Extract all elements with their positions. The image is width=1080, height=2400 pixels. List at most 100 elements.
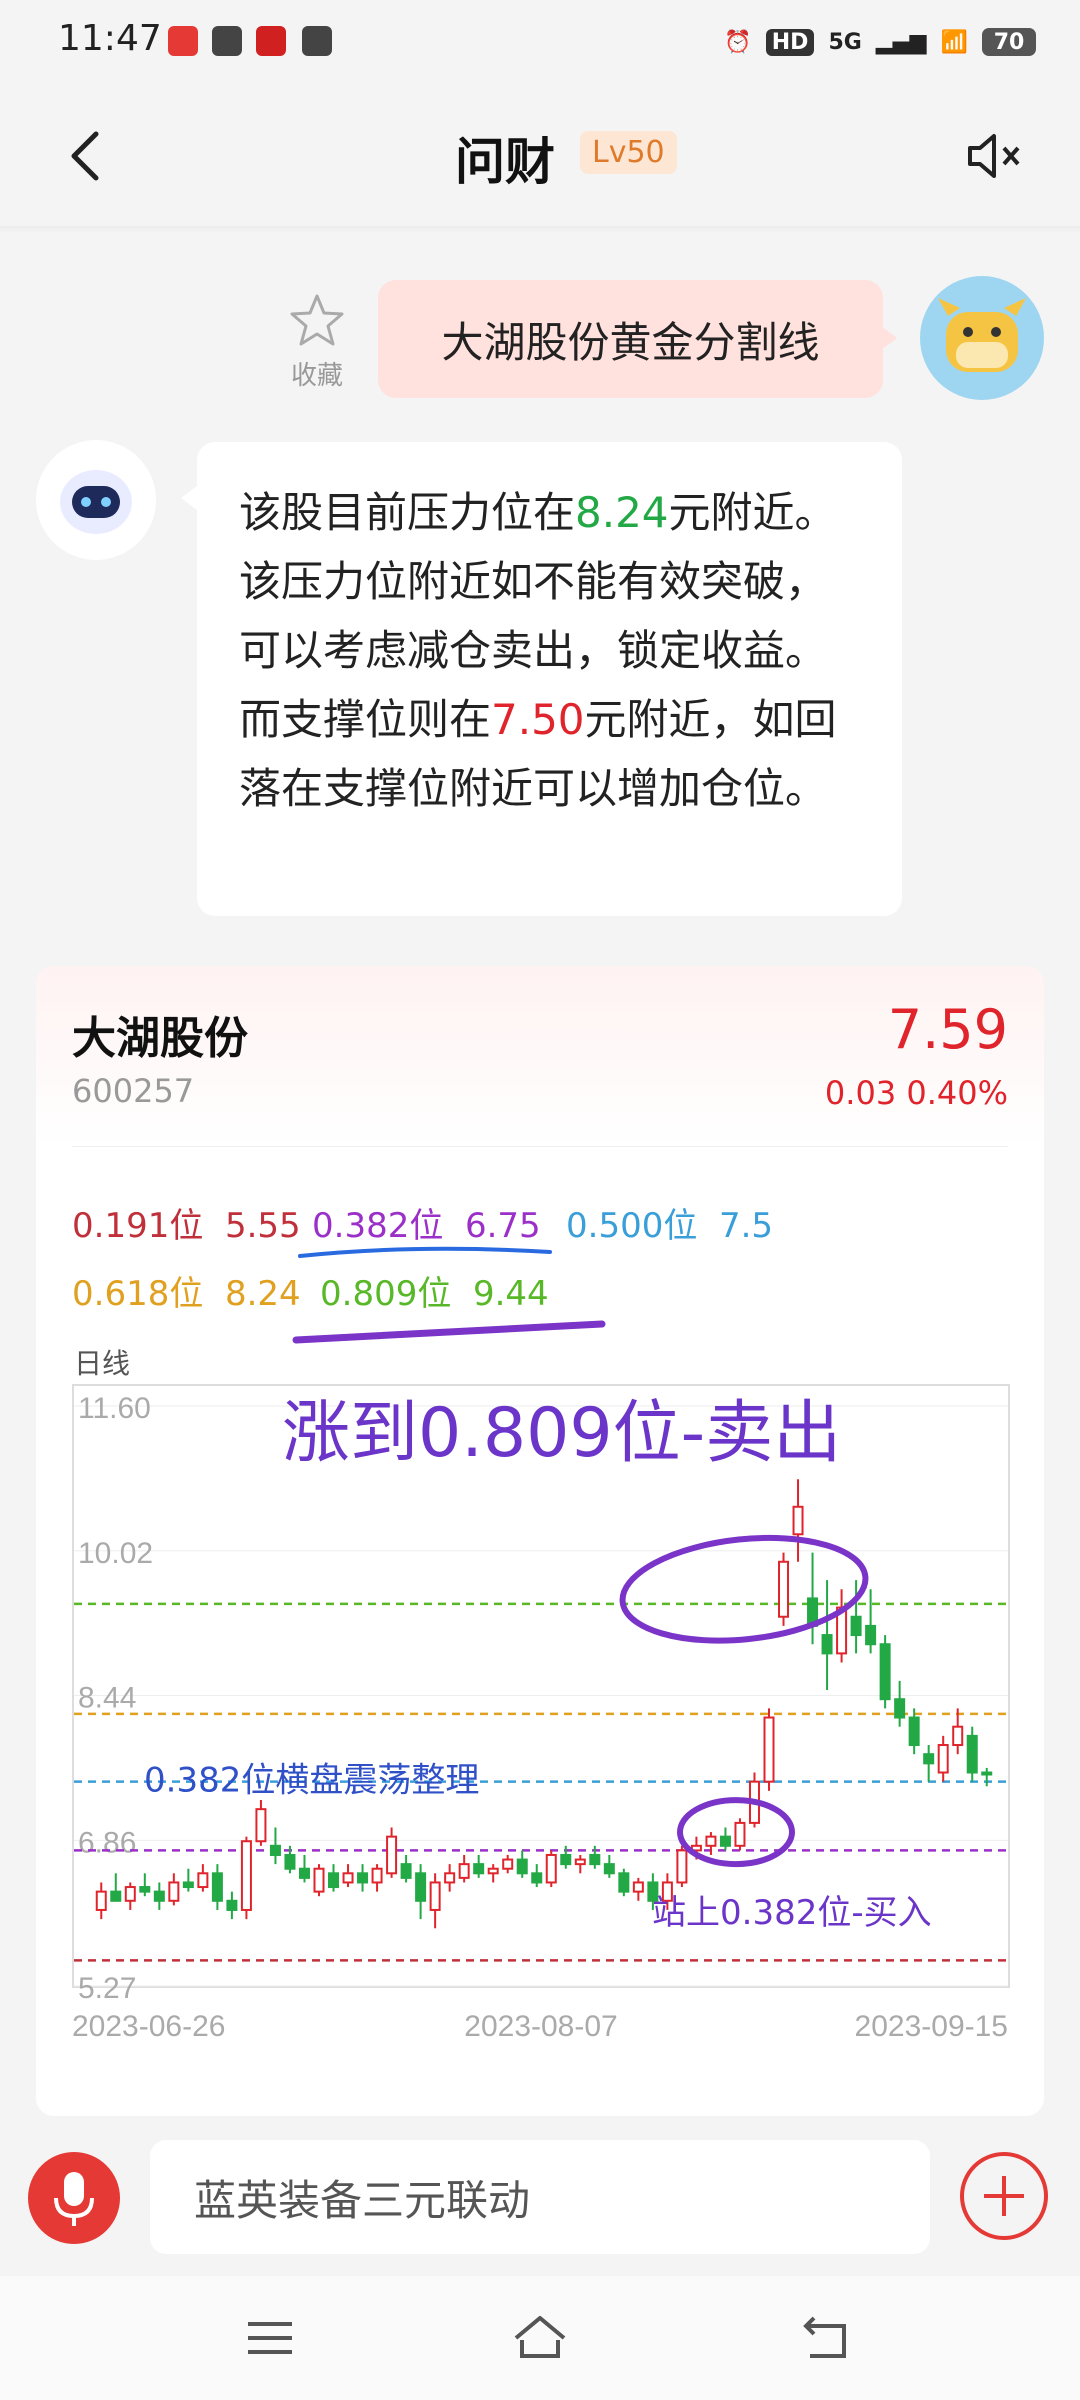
signal-icon: ▂▄▆ [875,29,927,55]
assistant-message-bubble: 该股目前压力位在8.24元附近。该压力位附近如不能有效突破，可以考虑减仓卖出，锁… [181,442,902,916]
back-arrow-icon[interactable] [56,124,116,188]
candle-body [284,1853,296,1870]
x-tick-label: 2023-09-15 [855,2010,1008,2043]
stock-card[interactable]: 大湖股份 600257 7.59 0.03 0.40% 0.191位 5.55 … [36,966,1044,2116]
stock-change-percent: 0.40% [906,1074,1008,1112]
add-button[interactable] [960,2152,1048,2240]
candle-body [778,1560,790,1618]
purple-underline-mark [292,1320,606,1344]
candle-body [211,1872,223,1902]
page-title: 问财 [455,133,555,191]
candle-body [705,1835,717,1847]
candle-body [153,1890,165,1902]
candle-body [531,1872,543,1884]
favorite-button[interactable]: 收藏 [282,292,352,392]
candle-body [894,1698,906,1719]
candle-body [313,1867,325,1893]
stock-change-amount: 0.03 [824,1074,897,1112]
candle-body [966,1734,978,1774]
y-tick-label: 11.60 [78,1392,151,1425]
fib-level-value: 6.75 [464,1206,541,1246]
annotation-consolidation: 0.382位横盘震荡整理 [144,1761,479,1801]
answer-text-1: 该股目前压力位在 [239,488,576,537]
candle-body [124,1886,136,1902]
card-divider [72,1146,1008,1147]
candle-body [139,1886,151,1893]
candle-body [632,1881,644,1893]
status-time: 11:47 [58,18,162,59]
fib-level-label: 0.382位 [312,1206,444,1246]
app-header: 问财 Lv50 [0,84,1080,228]
candle-body [574,1858,586,1866]
alarm-icon: ⏰ [724,29,752,55]
candle-body [357,1872,369,1884]
candle-body [429,1881,441,1911]
notification-app-icon [168,26,198,56]
candle-body [240,1840,252,1911]
fib-level-label: 0.500位 [566,1206,698,1246]
candle-body [298,1867,310,1879]
candle-body [415,1872,427,1902]
fib-level-value: 9.44 [472,1274,549,1314]
candle-body [444,1872,456,1884]
status-bar: 11:47 ⏰ HD 5G ▂▄▆ 📶 70 [0,0,1080,84]
candle-body [95,1890,107,1911]
voice-input-button[interactable] [28,2152,120,2244]
x-tick-label: 2023-06-26 [72,2010,225,2043]
candlestick-chart[interactable]: 11.60 10.02 8.44 6.86 5.27 2023-06-26 2023-08-… [72,1384,1010,2044]
pressure-level-value: 8.24 [575,488,669,537]
candle-body [589,1853,601,1866]
back-nav-icon[interactable] [796,2310,856,2366]
question-input-placeholder: 蓝英装备三元联动 [194,2175,531,2225]
question-input[interactable]: 蓝英装备三元联动 [150,2140,930,2254]
mute-speaker-icon[interactable] [964,128,1026,184]
y-tick-label: 5.27 [78,1972,136,2005]
assistant-avatar [36,440,156,560]
fib-level-label: 0.618位 [72,1274,204,1314]
fib-level-label: 0.809位 [320,1274,452,1314]
fib-level-0382: 0.382位 6.75 [312,1198,541,1247]
chart-period-label: 日线 [74,1347,131,1380]
candle-body [182,1881,194,1889]
user-avatar[interactable] [920,276,1044,400]
candle-body [850,1615,862,1637]
x-tick-label: 2023-08-07 [464,2010,617,2043]
candle-body [879,1643,891,1701]
user-message-bubble: 大湖股份黄金分割线 [378,280,897,398]
fib-level-0618: 0.618位 8.24 [72,1266,301,1315]
candle-body [952,1725,964,1747]
fib-level-0191: 0.191位 5.55 [72,1198,301,1247]
candle-body [545,1853,557,1884]
status-icons: ⏰ HD 5G ▂▄▆ 📶 70 [724,20,1036,64]
candle-body [255,1808,267,1843]
fib-level-value: 5.55 [224,1206,301,1246]
fib-level-0500: 0.500位 7.5 [566,1198,773,1247]
support-level-value: 7.50 [491,695,585,744]
notification-card-icon [212,26,242,56]
candle-body [618,1872,630,1893]
candle-body [197,1872,209,1889]
fib-level-value: 7.5 [718,1206,774,1246]
home-icon[interactable] [510,2310,570,2366]
candle-body [502,1858,514,1870]
candle-body [328,1872,340,1889]
user-message-text: 大湖股份黄金分割线 [441,317,820,367]
candle-body [386,1835,398,1875]
candle-body [226,1899,238,1911]
favorite-label: 收藏 [290,361,343,391]
y-tick-label: 8.44 [78,1682,136,1715]
hd-icon: HD [765,28,815,56]
candle-body [110,1890,122,1902]
candle-body [937,1744,949,1774]
candle-body [908,1716,920,1747]
stock-code: 600257 [72,1072,195,1110]
candle-body [821,1634,833,1655]
battery-icon: 70 [982,28,1036,56]
candle-body [981,1771,993,1776]
candle-body [371,1867,383,1884]
header-divider [0,226,1080,234]
robot-avatar-icon [60,470,132,534]
candle-body [923,1753,935,1765]
menu-icon[interactable] [240,2310,300,2366]
system-nav-bar [0,2276,1080,2400]
